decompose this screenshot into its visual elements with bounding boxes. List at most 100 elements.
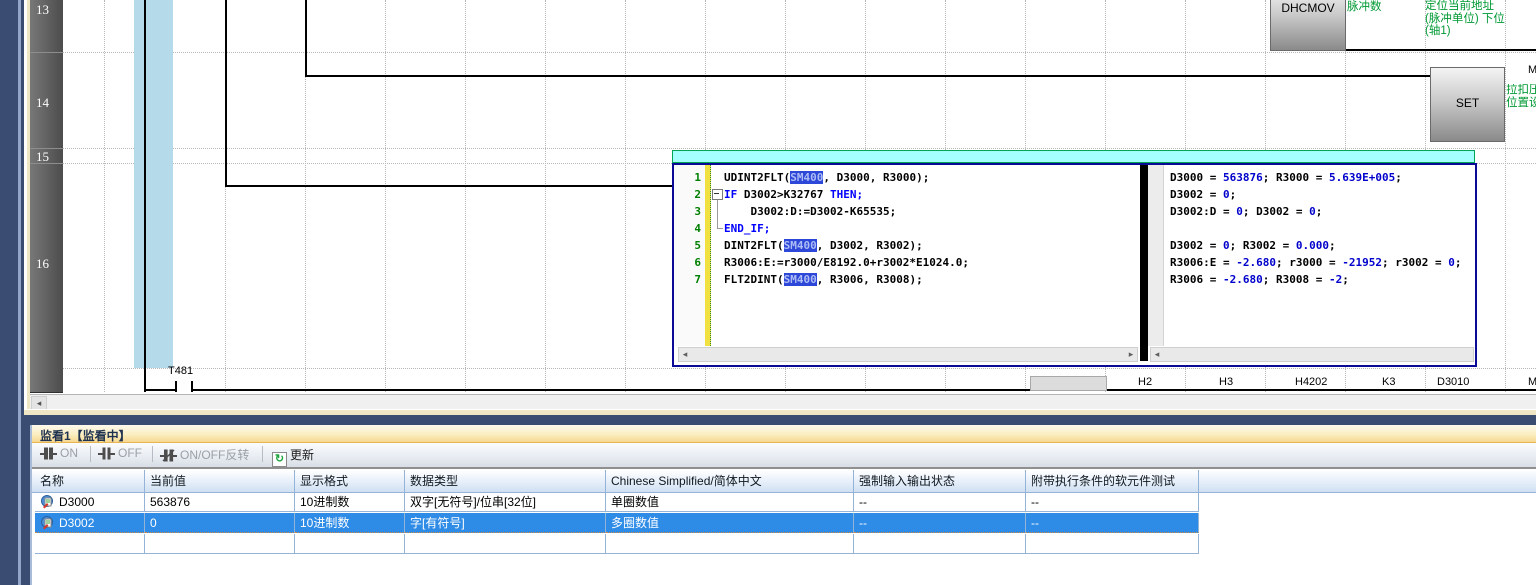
rung14-wire-h [305, 75, 1431, 77]
operand-label: H3 [1219, 376, 1233, 388]
watch-row-empty[interactable] [32, 534, 1536, 555]
operand-label: D3010 [1437, 376, 1469, 388]
comment-position-address: 定位当前地址(脉冲单位) 下位(轴1) [1425, 0, 1507, 38]
code-token: 0.000 [1296, 239, 1329, 252]
code-token: ; R3000 = [1263, 171, 1329, 184]
fold-marker-mid [717, 200, 718, 217]
cell-value[interactable]: 0 [145, 513, 295, 533]
watch-title-bar[interactable]: 监看1【监看中】 [32, 425, 1536, 443]
cell-test[interactable]: -- [1026, 492, 1199, 512]
set-comment-line1: 拉扣压 [1506, 84, 1536, 97]
code-token: ; [1342, 273, 1349, 286]
cell-value[interactable]: 563876 [145, 492, 295, 512]
refresh-button[interactable]: ↻更新 [272, 446, 314, 464]
comment-pulse-count: 脉冲数 [1347, 1, 1397, 14]
st-code-hscrollbar[interactable]: ◂ ▸ [678, 347, 1138, 362]
st-code-line[interactable]: DINT2FLT(SM400, D3002, R3002); [724, 239, 923, 252]
cell-format[interactable]: 10进制数 [295, 492, 405, 512]
column-header-value[interactable]: 当前值 [145, 470, 295, 492]
fold-marker-open[interactable] [712, 189, 723, 200]
app-left-margin [0, 0, 18, 585]
rung17-wire-left [144, 389, 176, 391]
code-token: UDINT2FLT( [724, 171, 790, 184]
cell-name[interactable] [35, 534, 145, 554]
cell-value[interactable] [145, 534, 295, 554]
contact-bar-left [175, 381, 177, 392]
column-header-format[interactable]: 显示格式 [295, 470, 405, 492]
code-token: D3002 = [1170, 188, 1223, 201]
cell-name[interactable]: D3002 [35, 513, 145, 533]
st-code-line[interactable]: FLT2DINT(SM400, R3006, R3008); [724, 273, 923, 286]
st-code-line[interactable]: END_IF; [724, 222, 770, 235]
st-line-number: 5 [694, 239, 701, 252]
column-header-test[interactable]: 附带执行条件的软元件测试 [1026, 470, 1199, 492]
st-monitor-line: D3002 = 0; [1170, 188, 1236, 201]
inline-st-title-bar[interactable] [672, 150, 1475, 163]
cell-test[interactable] [1026, 534, 1199, 554]
rung-row-16[interactable]: 16 [30, 163, 63, 393]
st-code-line[interactable]: UDINT2FLT(SM400, D3000, R3000); [724, 171, 929, 184]
cell-name[interactable]: D3000 [35, 492, 145, 512]
contact-off-icon [98, 447, 115, 460]
rung-row-15[interactable]: 15 [30, 148, 63, 164]
cell-format[interactable] [295, 534, 405, 554]
scroll-left-icon[interactable]: ◂ [1151, 348, 1163, 360]
scroll-left-icon[interactable]: ◂ [679, 348, 691, 360]
cell-test[interactable]: -- [1026, 513, 1199, 533]
ladder-frame-bottom [24, 410, 1536, 415]
operand-label: H4202 [1295, 376, 1327, 388]
code-token: R3006:E = [1170, 256, 1236, 269]
st-monitor-line: D3002 = 0; R3002 = 0.000; [1170, 239, 1336, 252]
cell-format[interactable]: 10进制数 [295, 513, 405, 533]
cell-comment[interactable] [606, 534, 854, 554]
code-token: D3002>K32767 [744, 188, 830, 201]
device-icon [41, 516, 55, 530]
clipped-instruction-fragment [1030, 376, 1107, 391]
st-monitor-hscrollbar[interactable]: ◂ [1150, 347, 1474, 362]
column-header-name[interactable]: 名称 [35, 470, 145, 492]
watch-row-d3002[interactable]: D3002010进制数字[有符号]多圈数值---- [32, 513, 1536, 534]
code-token: 0 [1448, 256, 1455, 269]
cell-force[interactable]: -- [854, 492, 1026, 512]
operand-label: H2 [1138, 376, 1152, 388]
rung-row-14[interactable]: 14 [30, 52, 63, 149]
code-token: THEN; [830, 188, 863, 201]
on-off-invert-button[interactable]: ON/OFF反转 [160, 446, 249, 464]
st-code-line[interactable]: D3002:D:=D3002-K65535; [724, 205, 896, 218]
selected-device-token: SM400 [784, 273, 817, 286]
dhcmov-instruction-block[interactable]: DHCMOV [1270, 0, 1346, 51]
invert-button-label: ON/OFF反转 [180, 448, 249, 462]
column-header-force[interactable]: 强制输入输出状态 [854, 470, 1026, 492]
cell-force[interactable]: -- [854, 513, 1026, 533]
on-button[interactable]: ON [40, 446, 78, 464]
set-instruction-block[interactable]: SET [1430, 67, 1505, 142]
watch-title-text: 监看1【监看中】 [40, 427, 131, 444]
st-monitor-line: D3002:D = 0; D3002 = 0; [1170, 205, 1322, 218]
code-token: ; R3002 = [1230, 239, 1296, 252]
cell-comment[interactable]: 单圈数值 [606, 492, 854, 512]
st-line-number: 4 [694, 222, 701, 235]
code-token: FLT2DINT( [724, 273, 784, 286]
cell-type[interactable] [405, 534, 606, 554]
grid-line-h [63, 368, 1536, 369]
scroll-right-icon[interactable]: ▸ [1125, 348, 1137, 360]
cell-type[interactable]: 字[有符号] [405, 513, 606, 533]
st-pane-divider[interactable] [1140, 165, 1148, 361]
cell-force[interactable] [854, 534, 1026, 554]
watch-row-d3000[interactable]: D300056387610进制数双字[无符号]/位串[32位]单圈数值---- [32, 492, 1536, 513]
ladder-hscrollbar[interactable]: ◂ [30, 394, 1536, 410]
off-button[interactable]: OFF [98, 446, 142, 464]
grid-line-v [1505, 0, 1506, 392]
column-header-comment[interactable]: Chinese Simplified/简体中文 [606, 470, 854, 492]
operand-label: K3 [1382, 376, 1395, 388]
code-token: , R3006, R3008); [817, 273, 923, 286]
rung-row-13[interactable]: 13 [30, 0, 63, 53]
column-header-type[interactable]: 数据类型 [405, 470, 606, 492]
code-token: ; R3008 = [1263, 273, 1329, 286]
code-token: 0 [1223, 188, 1230, 201]
set-comment: 拉扣压 位置设 [1506, 84, 1536, 109]
st-code-line[interactable]: IF D3002>K32767 THEN; [724, 188, 863, 201]
cell-comment[interactable]: 多圈数值 [606, 513, 854, 533]
cell-type[interactable]: 双字[无符号]/位串[32位] [405, 492, 606, 512]
st-code-line[interactable]: R3006:E:=r3000/E8192.0+r3002*E1024.0; [724, 256, 969, 269]
